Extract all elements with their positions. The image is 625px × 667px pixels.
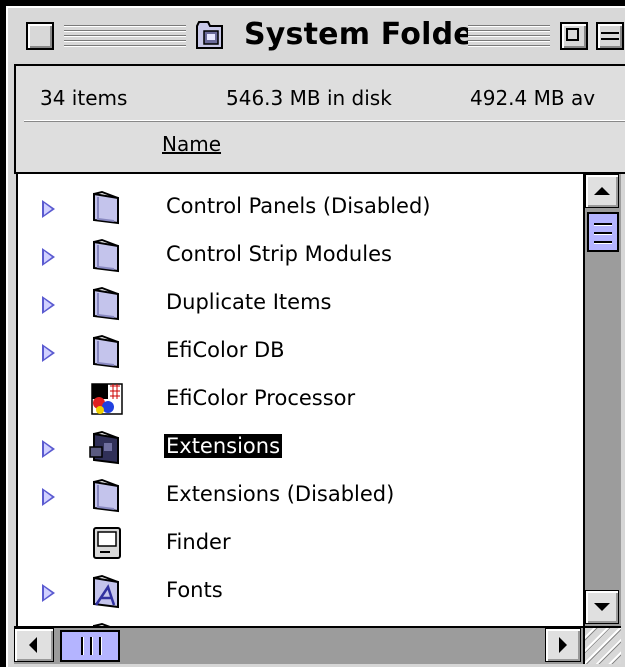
folder-icon — [93, 286, 119, 321]
extensions-folder-icon — [89, 430, 119, 465]
scroll-down-button[interactable] — [585, 590, 619, 624]
item-count: 34 items — [40, 86, 128, 110]
header-divider — [24, 120, 625, 121]
list-item[interactable]: Fonts — [18, 566, 585, 614]
folder-icon — [93, 238, 119, 273]
item-label: Fonts — [166, 578, 223, 602]
vertical-scroll-thumb[interactable] — [587, 212, 619, 252]
list-item[interactable]: Finder — [18, 518, 585, 566]
scroll-left-button[interactable] — [14, 628, 54, 662]
close-box[interactable] — [26, 22, 54, 50]
resize-grow-box[interactable] — [583, 626, 621, 664]
disclosure-triangle-icon[interactable] — [42, 488, 55, 506]
folder-icon — [93, 478, 119, 513]
item-label: Extensions (Disabled) — [166, 482, 395, 506]
list-item-partial[interactable] — [18, 614, 585, 626]
arrow-down-icon — [594, 603, 610, 611]
horizontal-scroll-thumb[interactable] — [60, 630, 120, 662]
title-bar[interactable]: System Folder — [8, 8, 625, 62]
available-space: 492.4 MB av — [470, 86, 596, 110]
windowshade-box[interactable] — [596, 22, 624, 50]
vertical-scrollbar[interactable] — [583, 174, 621, 626]
item-label: Duplicate Items — [166, 290, 332, 314]
zoom-box[interactable] — [560, 22, 588, 50]
scroll-up-button[interactable] — [585, 174, 619, 208]
finder-icon — [93, 527, 121, 559]
list-item[interactable]: EfiColor DB — [18, 326, 585, 374]
list-item[interactable]: Extensions (Disabled) — [18, 470, 585, 518]
scroll-right-button[interactable] — [545, 628, 581, 662]
disclosure-triangle-icon[interactable] — [42, 344, 55, 362]
list-item-selected[interactable]: Extensions — [18, 422, 585, 470]
disclosure-triangle-icon[interactable] — [42, 248, 55, 266]
disclosure-triangle-icon[interactable] — [42, 200, 55, 218]
title-bar-stripes-left — [64, 22, 186, 48]
item-label: Control Strip Modules — [166, 242, 392, 266]
item-label: Control Panels (Disabled) — [166, 194, 431, 218]
disclosure-triangle-icon[interactable] — [42, 440, 55, 458]
fonts-folder-icon — [93, 574, 119, 609]
disk-used: 546.3 MB in disk — [226, 86, 392, 110]
arrow-up-icon — [594, 187, 610, 195]
folder-icon — [93, 190, 119, 225]
system-folder-icon — [196, 21, 223, 49]
color-processor-icon — [91, 383, 123, 415]
disclosure-triangle-icon[interactable] — [42, 584, 55, 602]
list-item[interactable]: Control Panels (Disabled) — [18, 182, 585, 230]
horizontal-scrollbar[interactable] — [14, 626, 583, 664]
item-label: EfiColor Processor — [166, 386, 356, 410]
window-title: System Folder — [244, 17, 489, 52]
file-list: Control Panels (Disabled) Control Strip … — [16, 174, 585, 626]
finder-window: System Folder 34 items 546.3 MB in disk … — [6, 6, 625, 667]
column-header-name[interactable]: Name — [162, 132, 221, 156]
folder-icon — [93, 334, 119, 369]
item-label: Extensions — [164, 434, 283, 458]
arrow-right-icon — [559, 637, 567, 653]
arrow-left-icon — [29, 637, 37, 653]
title-bar-stripes-right — [468, 22, 550, 48]
item-label: EfiColor DB — [166, 338, 285, 362]
list-item[interactable]: Duplicate Items — [18, 278, 585, 326]
item-label: Finder — [166, 530, 231, 554]
list-item[interactable]: Control Strip Modules — [18, 230, 585, 278]
list-item[interactable]: EfiColor Processor — [18, 374, 585, 422]
info-header: 34 items 546.3 MB in disk 492.4 MB av Na… — [14, 64, 625, 174]
disclosure-triangle-icon[interactable] — [42, 296, 55, 314]
